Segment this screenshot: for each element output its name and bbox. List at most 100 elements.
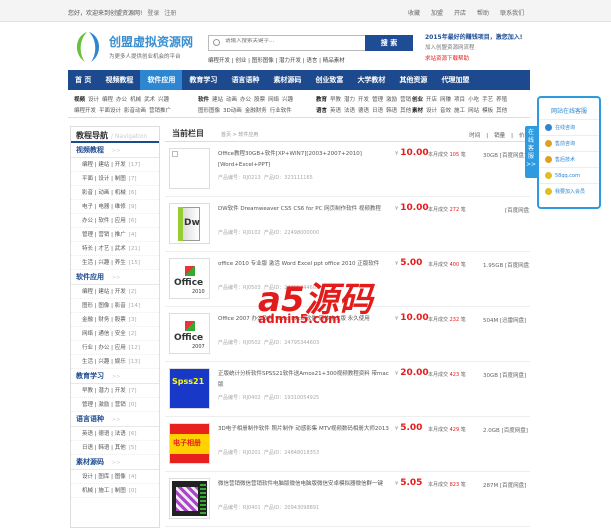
product-thumbnail[interactable]: Dw <box>169 203 210 244</box>
top-link[interactable]: 收藏 <box>408 10 420 17</box>
subnav-link[interactable]: 施工 <box>454 108 465 114</box>
subnav-link[interactable]: 兴趣 <box>282 97 293 103</box>
product-thumbnail[interactable] <box>169 478 210 519</box>
product-thumbnail[interactable]: Spss21 <box>169 368 210 409</box>
product-item[interactable]: 微信营销微信营销软件电脑版微信电脑版微信安卓模拟器微信群一键 产品编号：RJ040… <box>165 472 530 527</box>
category-links[interactable]: 生活 | 兴趣 | 养生 <box>82 260 126 266</box>
product-item[interactable]: Spss21 正版统计分析软件SPSS21软件送Amos21+300视频教程资料 … <box>165 362 530 417</box>
subnav-link[interactable]: 编程开发 <box>74 108 96 114</box>
sort-option[interactable]: 销量 <box>494 133 505 139</box>
subnav-link[interactable]: 英语 <box>330 108 341 114</box>
category-links[interactable]: 早教 | 潜力 | 开发 <box>82 388 126 394</box>
sidebar-category-row[interactable]: 平面 | 设计 | 制图 [7] <box>71 172 159 186</box>
nav-item[interactable]: 其他资源 <box>392 70 434 90</box>
category-links[interactable]: 生活 | 兴趣 | 娱乐 <box>82 359 126 365</box>
product-item[interactable]: 电子相册 3D电子相册制作软件 照片制作 动感影集 MTV视频数码相册大师2013… <box>165 417 530 472</box>
subnav-link[interactable]: 网络 <box>268 97 279 103</box>
sidebar-category-row[interactable]: 行业 | 办公 | 应用 [12] <box>71 341 159 355</box>
sidebar-category-row[interactable]: 影音 | 动画 | 机械 [6] <box>71 186 159 200</box>
more-icon[interactable]: >> <box>112 417 120 423</box>
subnav-link[interactable]: 网赚 <box>440 97 451 103</box>
product-item[interactable]: Office教程30GB+软件[XP+WIN7][2003+2007+2010]… <box>165 142 530 197</box>
category-links[interactable]: 机械 | 施工 | 制图 <box>82 488 126 494</box>
category-links[interactable]: 影音 | 动画 | 机械 <box>82 190 126 196</box>
sidebar-category-row[interactable]: 编程 | 建站 | 开发 [2] <box>71 285 159 299</box>
subnav-link[interactable]: 建站 <box>212 97 223 103</box>
subnav-heading[interactable]: 素材 <box>412 108 423 114</box>
product-item[interactable]: Office 2010 office 2010 专业版 激活 Word Excel … <box>165 252 530 307</box>
nav-item[interactable]: 素材源码 <box>266 70 308 90</box>
register-link[interactable]: 注册 <box>164 10 176 17</box>
product-thumbnail[interactable]: 电子相册 <box>169 423 210 464</box>
service-item[interactable]: 售后技术 <box>539 151 599 167</box>
sidebar-section-heading[interactable]: 视频教程 >> <box>71 143 159 158</box>
sidebar-category-row[interactable]: 办公 | 软件 | 应用 [6] <box>71 214 159 228</box>
service-item[interactable]: 我要加入会员 <box>539 183 599 199</box>
category-links[interactable]: 电子 | 电器 | 维修 <box>82 204 126 210</box>
sidebar-category-row[interactable]: 机械 | 施工 | 制图 [0] <box>71 484 159 498</box>
category-links[interactable]: 编程 | 建站 | 开发 <box>82 162 126 168</box>
service-label[interactable]: 我要加入会员 <box>555 189 585 195</box>
subnav-link[interactable]: 行业软件 <box>270 108 292 114</box>
sidebar-category-row[interactable]: 生活 | 兴趣 | 养生 [15] <box>71 256 159 270</box>
top-link[interactable]: 联系我们 <box>500 10 524 17</box>
more-icon[interactable]: >> <box>112 148 120 154</box>
breadcrumb[interactable]: 首页 > 软件应用 <box>221 131 258 138</box>
search-input[interactable] <box>225 38 355 44</box>
category-links[interactable]: 管理 | 激励 | 营销 <box>82 402 126 408</box>
subnav-link[interactable]: 开店 <box>426 97 437 103</box>
service-label[interactable]: 售后技术 <box>555 157 575 163</box>
category-links[interactable]: 行业 | 办公 | 应用 <box>82 345 126 351</box>
subnav-link[interactable]: 金融财务 <box>245 108 267 114</box>
product-title[interactable]: office 2010 专业版 激活 Word Excel ppt office… <box>218 259 393 270</box>
more-icon[interactable]: >> <box>112 374 120 380</box>
subnav-heading[interactable]: 语言 <box>316 108 327 114</box>
subnav-link[interactable]: 模板 <box>482 108 493 114</box>
product-title[interactable]: 3D电子相册制作软件 照片制作 动感影集 MTV视频数码相册大师2013 <box>218 424 393 435</box>
nav-item[interactable]: 软件应用 <box>140 70 183 90</box>
product-title[interactable]: 正版统计分析软件SPSS21软件送Amos21+300视频教程资料 带mac版 <box>218 369 393 391</box>
product-title[interactable]: Office教程30GB+软件[XP+WIN7][2003+2007+2010]… <box>218 149 393 171</box>
join-process-link[interactable]: 加入创盟资源网流程 <box>425 43 522 54</box>
sidebar-section-heading[interactable]: 教育学习 >> <box>71 369 159 384</box>
service-label[interactable]: 在线咨询 <box>555 125 575 131</box>
product-title[interactable]: Office 2007 办公软件 Word Excel软件 简体中文版 永久使用 <box>218 314 393 325</box>
login-link[interactable]: 登录 <box>147 10 159 17</box>
subnav-link[interactable]: 办公 <box>240 97 251 103</box>
subnav-link[interactable]: 小吃 <box>468 97 479 103</box>
hot-search-links[interactable]: 编程开发 | 创业 | 图形图像 | 潜力开发 | 语言 | 精品素材 <box>208 56 345 64</box>
subnav-link[interactable]: 编程 <box>102 97 113 103</box>
sidebar-category-row[interactable]: 设计 | 图库 | 图像 [4] <box>71 470 159 484</box>
category-links[interactable]: 网络 | 通信 | 安全 <box>82 331 126 337</box>
subnav-link[interactable]: 法语 <box>344 108 355 114</box>
subnav-link[interactable]: 管理 <box>372 97 383 103</box>
category-links[interactable]: 日语 | 韩语 | 其他 <box>82 445 126 451</box>
subnav-heading[interactable]: 教育 <box>316 97 327 103</box>
category-links[interactable]: 金融 | 财务 | 股票 <box>82 317 126 323</box>
product-item[interactable]: Office 2007 Office 2007 办公软件 Word Excel软件 … <box>165 307 530 362</box>
subnav-link[interactable]: 潜力 <box>344 97 355 103</box>
sidebar-category-row[interactable]: 电子 | 电器 | 维修 [9] <box>71 200 159 214</box>
subnav-link[interactable]: 开发 <box>358 97 369 103</box>
product-title[interactable]: 微信营销微信营销软件电脑版微信电脑版微信安卓模拟器微信群一键 <box>218 479 393 490</box>
sidebar-category-row[interactable]: 生活 | 兴趣 | 娱乐 [13] <box>71 355 159 369</box>
sidebar-section-heading[interactable]: 软件应用 >> <box>71 270 159 285</box>
sort-option[interactable]: 时间 <box>469 133 480 139</box>
nav-item[interactable]: 创业致富 <box>308 70 350 90</box>
category-links[interactable]: 办公 | 软件 | 应用 <box>82 218 126 224</box>
subnav-link[interactable]: 韩语 <box>386 108 397 114</box>
top-link[interactable]: 帮助 <box>477 10 489 17</box>
category-links[interactable]: 编程 | 建站 | 开发 <box>82 289 126 295</box>
subnav-link[interactable]: 机械 <box>130 97 141 103</box>
subnav-link[interactable]: 平面设计 <box>99 108 121 114</box>
category-links[interactable]: 设计 | 图库 | 图像 <box>82 474 126 480</box>
download-help-link[interactable]: 求站资源下载帮助 <box>425 54 522 65</box>
sidebar-category-row[interactable]: 网络 | 通信 | 安全 [2] <box>71 327 159 341</box>
subnav-link[interactable]: 网站 <box>468 108 479 114</box>
top-link[interactable]: 加盟 <box>431 10 443 17</box>
sidebar-category-row[interactable]: 编程 | 建站 | 开发 [17] <box>71 158 159 172</box>
online-service-tab[interactable]: 在线客服 >> <box>525 126 537 178</box>
category-links[interactable]: 英语 | 德语 | 法语 <box>82 431 126 437</box>
sidebar-section-heading[interactable]: 语言语种 >> <box>71 412 159 427</box>
subnav-link[interactable]: 动画 <box>226 97 237 103</box>
